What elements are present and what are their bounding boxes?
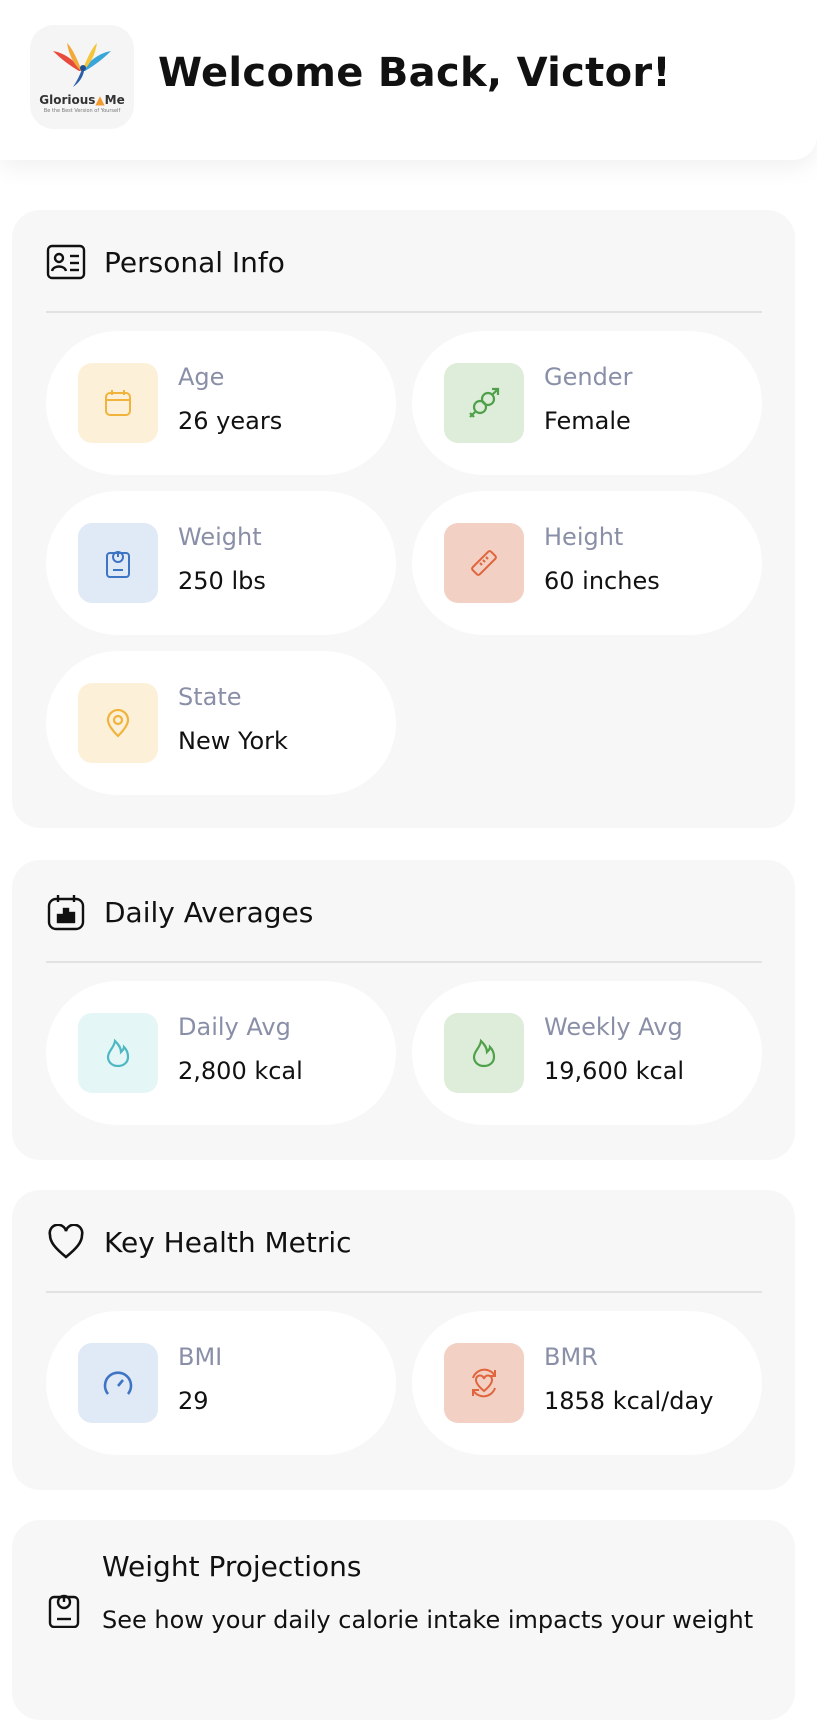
bmr-stat: BMR 1858 kcal/day	[412, 1311, 762, 1455]
personal-info-card: Personal Info Age 26 years Gender Female…	[12, 210, 795, 828]
personal-info-title: Personal Info	[104, 245, 285, 279]
weekly-avg-label: Weekly Avg	[544, 1013, 683, 1041]
weekly-avg-stat: Weekly Avg 19,600 kcal	[412, 981, 762, 1125]
height-stat: Height 60 inches	[412, 491, 762, 635]
logo-wordmark: Glorious▲Me	[39, 92, 125, 107]
flame-icon	[444, 1013, 524, 1093]
weight-stat: Weight 250 lbs	[46, 491, 396, 635]
weight-projections-description: See how your daily calorie intake impact…	[102, 1606, 754, 1634]
age-value: 26 years	[178, 407, 283, 435]
weight-projections-title: Weight Projections	[102, 1550, 362, 1583]
weekly-avg-value: 19,600 kcal	[544, 1057, 685, 1085]
weight-projections-card[interactable]: Weight Projections See how your daily ca…	[12, 1520, 795, 1720]
bmi-value: 29	[178, 1387, 209, 1415]
age-stat: Age 26 years	[46, 331, 396, 475]
gender-value: Female	[544, 407, 631, 435]
logo-tagline: Be the Best Version of Yourself	[43, 107, 121, 114]
calendar-icon	[78, 363, 158, 443]
divider	[46, 1291, 762, 1293]
welcome-heading: Welcome Back, Victor!	[158, 50, 671, 96]
id-card-icon	[46, 242, 86, 282]
gauge-icon	[78, 1343, 158, 1423]
heart-cycle-icon	[444, 1343, 524, 1423]
height-label: Height	[544, 523, 624, 551]
app-logo[interactable]: Glorious▲Me Be the Best Version of Yours…	[30, 25, 134, 129]
bmr-label: BMR	[544, 1343, 598, 1371]
state-label: State	[178, 683, 242, 711]
state-value: New York	[178, 727, 288, 755]
personal-info-header: Personal Info	[46, 242, 285, 282]
bmi-label: BMI	[178, 1343, 223, 1371]
gender-icon	[444, 363, 524, 443]
location-pin-icon	[78, 683, 158, 763]
flame-icon	[78, 1013, 158, 1093]
scale-icon	[46, 1590, 86, 1630]
ruler-icon	[444, 523, 524, 603]
calendar-chart-icon	[46, 892, 86, 932]
state-stat: State New York	[46, 651, 396, 795]
divider	[46, 311, 762, 313]
app-header: Glorious▲Me Be the Best Version of Yours…	[0, 0, 817, 160]
key-health-metric-title: Key Health Metric	[104, 1225, 352, 1259]
bird-logo-icon	[53, 42, 111, 87]
bmr-value: 1858 kcal/day	[544, 1387, 714, 1415]
daily-averages-title: Daily Averages	[104, 895, 314, 929]
gender-stat: Gender Female	[412, 331, 762, 475]
daily-averages-card: Daily Averages Daily Avg 2,800 kcal Week…	[12, 860, 795, 1160]
divider	[46, 961, 762, 963]
height-value: 60 inches	[544, 567, 660, 595]
bmi-stat: BMI 29	[46, 1311, 396, 1455]
key-health-metric-card: Key Health Metric BMI 29 BMR 1858 kcal/d…	[12, 1190, 795, 1490]
daily-averages-header: Daily Averages	[46, 892, 313, 932]
gender-label: Gender	[544, 363, 633, 391]
daily-avg-stat: Daily Avg 2,800 kcal	[46, 981, 396, 1125]
scale-icon	[78, 523, 158, 603]
weight-label: Weight	[178, 523, 262, 551]
heart-icon	[46, 1222, 86, 1262]
daily-avg-label: Daily Avg	[178, 1013, 291, 1041]
key-health-metric-header: Key Health Metric	[46, 1222, 352, 1262]
age-label: Age	[178, 363, 225, 391]
weight-value: 250 lbs	[178, 567, 266, 595]
daily-avg-value: 2,800 kcal	[178, 1057, 303, 1085]
